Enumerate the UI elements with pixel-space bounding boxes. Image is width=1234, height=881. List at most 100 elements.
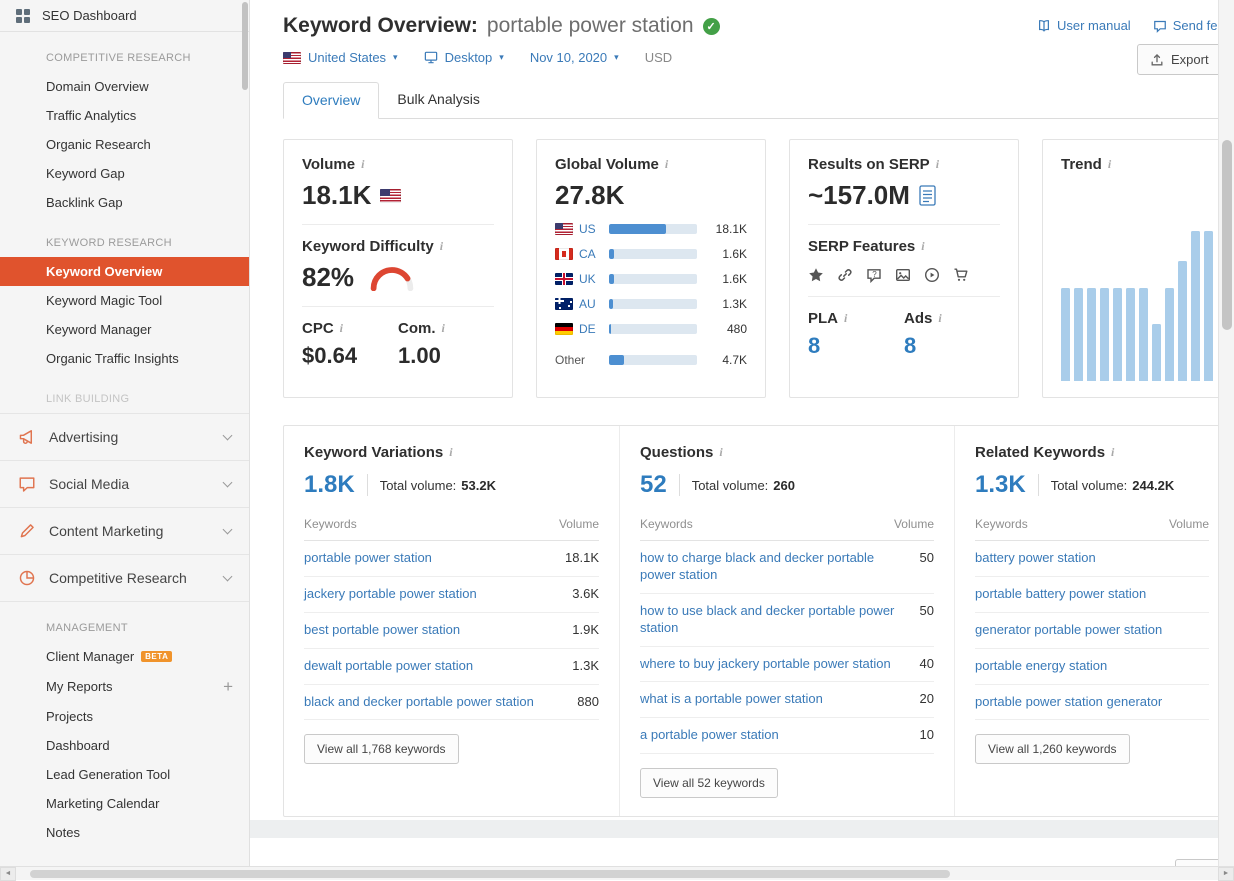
serp-export-button[interactable]: Export ▾ [1174,859,1218,866]
caret-down-icon: ▾ [614,52,619,62]
country-code-link[interactable]: CA [579,247,603,261]
keyword-volume: 3.6K [572,585,599,601]
country-code-link[interactable]: DE [579,322,603,336]
keyword-link[interactable]: dewalt portable power station [304,658,473,675]
info-icon[interactable]: i [936,157,939,172]
volume-card: Volume i 18.1K Keyword Difficulty i 82% [283,139,513,398]
info-icon[interactable]: i [921,239,924,254]
date-filter-dropdown[interactable]: Nov 10, 2020 ▾ [530,50,619,65]
sidebar-item-organic-traffic-insights[interactable]: Organic Traffic Insights [0,344,249,373]
device-filter-dropdown[interactable]: Desktop ▾ [424,50,504,65]
keyword-link[interactable]: portable battery power station [975,586,1146,603]
column-header-keywords: Keywords [640,517,693,531]
trend-bar [1165,288,1174,381]
info-icon[interactable]: i [938,311,941,326]
stat-cards-row: Volume i 18.1K Keyword Difficulty i 82% [283,139,1218,398]
global-volume-card: Global Volume i 27.8K US 18.1K CA 1.6K U… [536,139,766,398]
scroll-left-arrow[interactable]: ◄ [0,866,16,881]
sidebar-item-lead-generation-tool[interactable]: Lead Generation Tool [0,760,249,789]
vertical-scrollbar[interactable] [1218,0,1234,866]
view-all-questions-button[interactable]: View all 52 keywords [640,768,778,799]
questions-total-volume: 260 [773,477,795,493]
sidebar-tool-group: Advertising Social Media Content Marketi… [0,413,249,602]
sidebar-item-organic-research[interactable]: Organic Research [0,130,249,159]
view-all-variations-button[interactable]: View all 1,768 keywords [304,734,459,765]
sidebar-item-keyword-overview[interactable]: Keyword Overview [0,257,249,286]
horizontal-scrollbar-thumb[interactable] [30,869,950,878]
keyword-link[interactable]: how to use black and decker portable pow… [640,603,908,637]
country-volume-bar [609,249,697,259]
sidebar-item-keyword-magic-tool[interactable]: Keyword Magic Tool [0,286,249,315]
tab-overview[interactable]: Overview [283,82,380,119]
export-button[interactable]: Export [1137,44,1218,75]
keyword-panels-card: Keyword Variations i 1.8K Total volume: 5… [283,425,1218,817]
user-manual-link[interactable]: User manual [1037,18,1131,33]
sidebar-item-notes[interactable]: Notes [0,818,249,847]
keyword-link[interactable]: generator portable power station [975,622,1162,639]
sidebar-item-projects[interactable]: Projects [0,702,249,731]
keyword-link[interactable]: a portable power station [640,727,779,744]
sidebar-item-domain-overview[interactable]: Domain Overview [0,72,249,101]
view-all-related-button[interactable]: View all 1,260 keywords [975,734,1130,765]
send-feedback-link[interactable]: Send feedback [1153,18,1218,33]
info-icon[interactable]: i [844,311,847,326]
country-filter-dropdown[interactable]: United States ▾ [283,50,398,65]
keyword-link[interactable]: black and decker portable power station [304,694,534,711]
sidebar-scrollbar-thumb[interactable] [242,2,248,90]
sidebar-item-keyword-gap[interactable]: Keyword Gap [0,159,249,188]
country-volume-row: UK 1.6K [555,272,747,286]
sidebar-item-label: Competitive Research [49,570,187,586]
sidebar-item-competitive-research[interactable]: Competitive Research [0,554,249,602]
country-volume-row: CA 1.6K [555,247,747,261]
sidebar-item-traffic-analytics[interactable]: Traffic Analytics [0,101,249,130]
info-icon[interactable]: i [449,445,452,460]
sidebar-section-title: LINK BUILDING [46,393,130,405]
keyword-link[interactable]: portable power station generator [975,694,1162,711]
country-code-link[interactable]: AU [579,297,603,311]
keyword-link[interactable]: battery power station [975,550,1096,567]
filter-bar: United States ▾ Desktop ▾ Nov 10, 2020 ▾… [283,50,1218,65]
keyword-link[interactable]: portable power station [304,550,432,567]
keyword-link[interactable]: best portable power station [304,622,460,639]
keyword-link[interactable]: portable energy station [975,658,1107,675]
info-icon[interactable]: i [719,445,722,460]
user-manual-label: User manual [1057,18,1131,33]
country-code-link[interactable]: UK [579,272,603,286]
ads-value: 8 [904,333,917,358]
keyword-link[interactable]: jackery portable power station [304,586,477,603]
info-icon[interactable]: i [1111,445,1114,460]
scroll-right-arrow[interactable]: ► [1218,866,1234,881]
info-icon[interactable]: i [340,321,343,336]
keyword-link[interactable]: what is a portable power station [640,691,823,708]
sidebar-item-label: My Reports [46,679,113,694]
sidebar: SEO Dashboard COMPETITIVE RESEARCH Domai… [0,0,250,866]
info-icon[interactable]: i [440,239,443,254]
keyword-link[interactable]: how to charge black and decker portable … [640,550,908,584]
keyword-link[interactable]: where to buy jackery portable power stat… [640,656,891,673]
country-code-link[interactable]: US [579,222,603,236]
vertical-scrollbar-thumb[interactable] [1222,140,1232,330]
sidebar-item-marketing-calendar[interactable]: Marketing Calendar [0,789,249,818]
sidebar-item-advertising[interactable]: Advertising [0,413,249,460]
sidebar-item-keyword-manager[interactable]: Keyword Manager [0,315,249,344]
sidebar-item-backlink-gap[interactable]: Backlink Gap [0,188,249,217]
serp-report-icon[interactable] [919,185,936,206]
sidebar-item-seo-dashboard[interactable]: SEO Dashboard [0,0,249,32]
info-icon[interactable]: i [1108,157,1111,172]
table-row: how to use black and decker portable pow… [640,594,934,647]
plus-icon[interactable]: + [223,678,233,695]
country-code-link[interactable]: Other [555,353,603,367]
sidebar-item-content-marketing[interactable]: Content Marketing [0,507,249,554]
info-icon[interactable]: i [361,157,364,172]
sidebar-item-my-reports[interactable]: My Reports + [0,671,249,702]
tab-bulk-analysis[interactable]: Bulk Analysis [379,82,497,119]
column-header-volume: Volume [893,517,934,531]
sidebar-item-dashboard[interactable]: Dashboard [0,731,249,760]
sidebar-item-client-manager[interactable]: Client Manager BETA [0,642,249,671]
chevron-down-icon [222,477,233,488]
info-icon[interactable]: i [442,321,445,336]
sidebar-item-social-media[interactable]: Social Media [0,460,249,507]
table-row: jackery portable power station 3.6K [304,577,599,613]
horizontal-scrollbar[interactable]: ◄ ► [0,866,1234,881]
info-icon[interactable]: i [665,157,668,172]
